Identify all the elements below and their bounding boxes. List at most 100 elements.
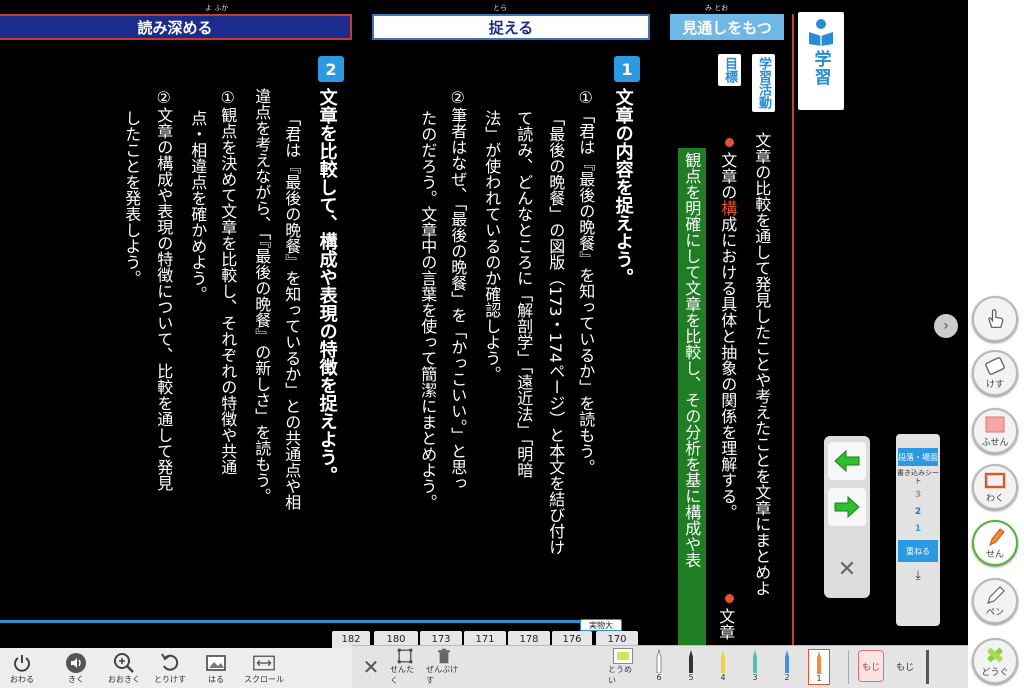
- goal-line-1: 文章の比較を通して発見したことや考えたことを文章にまとめよ: [752, 132, 772, 596]
- bullet-dot: [725, 138, 734, 147]
- page-progress-line: [0, 620, 600, 623]
- close-toolbar-button[interactable]: ✕: [358, 648, 384, 686]
- task1-heading: 文章の内容を捉えよう。: [612, 88, 634, 286]
- task2-item: ②文章の構成や表現の特徴について、比較を通して発見: [154, 88, 174, 491]
- undo-icon: [159, 652, 181, 674]
- pen-color-5[interactable]: 5: [680, 649, 702, 685]
- task2-item: したことを発表しよう。: [122, 110, 142, 286]
- undo-button[interactable]: とりけす: [148, 650, 192, 686]
- gakushu-badge: 学習: [798, 12, 844, 110]
- goal-line-4: 文章: [716, 608, 736, 640]
- chevron-right-icon[interactable]: ›: [934, 314, 958, 338]
- task1-item: ②筆者はなぜ、「最後の晩餐」を「かっこいい。」と思っ: [448, 88, 468, 491]
- current-page-indicator: 実物大: [580, 619, 622, 631]
- listen-button[interactable]: きく: [54, 650, 98, 686]
- select-button[interactable]: せんたく: [390, 648, 420, 686]
- trash-icon: [438, 648, 450, 664]
- erase-button[interactable]: けす: [972, 350, 1018, 396]
- annotation-layer-panel: 段落・場面 書き込みシート 3 2 1 重ねる ⤓: [896, 434, 940, 626]
- toolbar-divider: [848, 650, 849, 684]
- bullet-dot: [725, 594, 734, 603]
- zoom-in-icon: [113, 652, 135, 674]
- pen-color-1[interactable]: 1: [808, 649, 830, 685]
- section-divider: [792, 14, 794, 648]
- line-button[interactable]: せん: [972, 520, 1018, 566]
- task1-item: 「最後の晩餐」の図版（173・174ページ）と本文を結び付け: [546, 110, 566, 556]
- task2-item: ①観点を決めて文章を比較し、それぞれの特徴や共通: [218, 88, 238, 475]
- zoom-button[interactable]: おおきく: [102, 650, 146, 686]
- prev-page-button[interactable]: [828, 442, 866, 480]
- tag-learning-activity: 学習活動: [752, 54, 775, 112]
- pen-yellow-icon: [721, 650, 725, 673]
- hand-pointer-icon: [988, 309, 1004, 328]
- section-header-capture: 捉える: [372, 14, 650, 40]
- pen-blue-icon: [785, 650, 789, 673]
- layer-1-button[interactable]: 1: [906, 522, 930, 536]
- task2-heading: 文章を比較して、構成や表現の特徴を捉えよう。: [316, 88, 338, 484]
- eraser-icon: [985, 356, 1005, 375]
- power-icon: [11, 652, 33, 674]
- student-reading-icon: [809, 19, 833, 46]
- marker-icon: [989, 527, 1005, 546]
- tag-goal: 目標: [718, 54, 741, 86]
- sticky-note-icon: [985, 416, 1005, 432]
- text-line-button[interactable]: もじ: [892, 650, 918, 682]
- pen-white-icon: [656, 649, 662, 673]
- scroll-arrows-icon: [253, 652, 275, 674]
- page-turn-panel: ✕: [824, 436, 870, 598]
- pen-icon: [987, 585, 1005, 604]
- ruby-deepen: よ ふか: [205, 4, 229, 12]
- tools-button[interactable]: どうぐ: [972, 638, 1018, 684]
- next-page-button[interactable]: [828, 488, 866, 526]
- section-header-deepen: 読み深める: [0, 14, 352, 40]
- scroll-button[interactable]: スクロール: [242, 650, 286, 686]
- layer-3-button[interactable]: 3: [906, 488, 930, 502]
- speaker-icon: [65, 652, 87, 674]
- frame-button[interactable]: わく: [972, 464, 1018, 510]
- task1-item: たのだろう。文章中の言葉を使って簡潔にまとめよう。: [418, 110, 438, 510]
- task1-item: 法」が使われているのか確認しよう。: [482, 110, 502, 382]
- task2-item: 違点を考えながら、「『最後の晩餐』の新しさ」を読もう。: [252, 88, 272, 504]
- close-icon: ✕: [362, 655, 380, 679]
- layer-2-button[interactable]: 2: [906, 505, 930, 519]
- select-box-icon: [397, 648, 413, 664]
- pen-button[interactable]: ペン: [972, 578, 1018, 624]
- download-icon[interactable]: ⤓: [915, 568, 920, 583]
- task1-item: ①「君は『最後の晩餐』を知っているか」を読もう。: [576, 88, 596, 475]
- paste-button[interactable]: はる: [194, 650, 238, 686]
- pen-orange-icon: [817, 651, 821, 674]
- pen-teal-icon: [753, 650, 757, 673]
- tools-icon: [986, 647, 1004, 662]
- image-icon: [205, 652, 227, 674]
- text-pen-button[interactable]: もじ: [858, 650, 884, 682]
- ruby-outlook: み とお: [705, 4, 729, 12]
- pen-color-4[interactable]: 4: [712, 649, 734, 685]
- drawing-tool-bar: ✕ せんたく ぜんぶけす とうめい 6 5 4 3 2 1 もじ もじ: [352, 645, 968, 688]
- close-icon: ✕: [837, 556, 857, 582]
- pen-color-2[interactable]: 2: [776, 649, 798, 685]
- textbook-viewer[interactable]: 読み深める よ ふか 捉える とら 見通しをもつ み とお 学習 学習活動 目標…: [0, 0, 968, 648]
- line-weight-indicator[interactable]: [926, 650, 929, 684]
- erase-all-button[interactable]: ぜんぶけす: [426, 648, 462, 686]
- stack-layers-button[interactable]: 重ねる: [898, 540, 938, 563]
- mode-paragraph-scene-button[interactable]: 段落・場面: [898, 448, 938, 466]
- pen-color-6[interactable]: 6: [648, 649, 670, 685]
- close-panel-button[interactable]: ✕: [832, 554, 862, 584]
- task2-item: 「君は『最後の晩餐』を知っているか」との共通点や相: [282, 110, 302, 510]
- task2-item: 点・相違点を確かめよう。: [188, 110, 208, 302]
- pen-color-3[interactable]: 3: [744, 649, 766, 685]
- section-header-outlook: 見通しをもつ: [670, 14, 784, 40]
- goal-line-2: 文章の構成における具体と抽象の関係を理解する。: [718, 152, 738, 520]
- task-number-1: 1: [614, 56, 640, 82]
- hand-tool-button[interactable]: [972, 296, 1018, 342]
- sticky-note-button[interactable]: ふせん: [972, 408, 1018, 454]
- pen-black-icon: [689, 650, 693, 673]
- page-navigator[interactable]: 182 180 173 171 178 176 170 実物大: [0, 615, 660, 648]
- task1-item: て読み、どんなところに「解剖学」「遠近法」「明暗: [514, 110, 534, 478]
- transparent-swatch: [613, 648, 633, 664]
- transparent-pen-button[interactable]: とうめい: [608, 648, 638, 686]
- task-number-2: 2: [318, 56, 344, 82]
- arrow-left-icon: [834, 450, 860, 472]
- end-button[interactable]: おわる: [0, 650, 44, 686]
- goal-line-3: 観点を明確にして文章を比較し、その分析を基に構成や表: [682, 152, 702, 568]
